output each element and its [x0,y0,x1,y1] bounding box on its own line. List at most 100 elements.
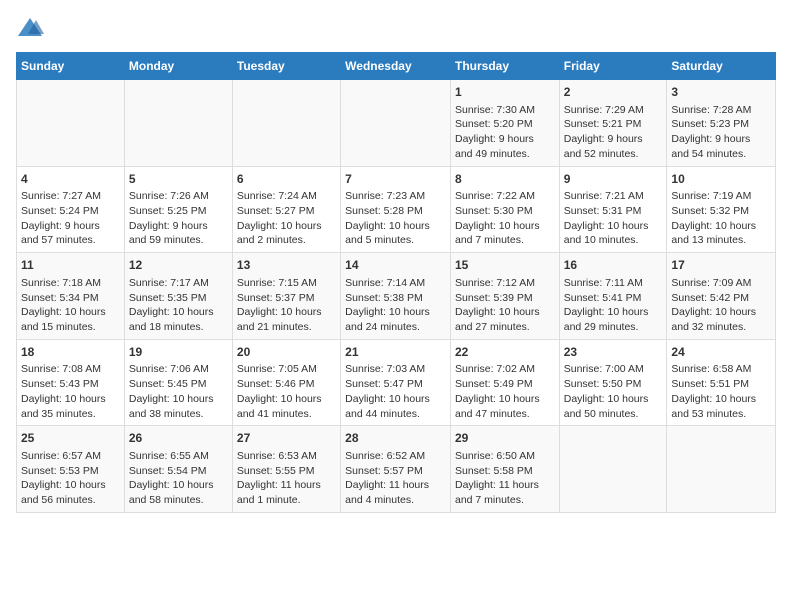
calendar-cell: 10Sunrise: 7:19 AM Sunset: 5:32 PM Dayli… [667,166,776,253]
calendar-cell: 11 Sunrise: 7:18 AM Sunset: 5:34 PM Dayli… [17,253,125,340]
calendar-cell [341,80,451,167]
day-info: Sunrise: 7:02 AM Sunset: 5:49 PM Dayligh… [455,362,555,421]
calendar-cell: 28Sunrise: 6:52 AM Sunset: 5:57 PM Dayli… [341,426,451,513]
day-info: Sunrise: 7:12 AM Sunset: 5:39 PM Dayligh… [455,276,555,335]
calendar-cell: 14 Sunrise: 7:14 AM Sunset: 5:38 PM Dayli… [341,253,451,340]
calendar: SundayMondayTuesdayWednesdayThursdayFrid… [16,52,776,513]
logo [16,16,48,40]
day-info: Sunrise: 7:24 AM Sunset: 5:27 PM Dayligh… [237,189,336,248]
calendar-cell: 26 Sunrise: 6:55 AM Sunset: 5:54 PM Dayli… [124,426,232,513]
column-header-monday: Monday [124,53,232,80]
day-info: Sunrise: 6:58 AM Sunset: 5:51 PM Dayligh… [671,362,771,421]
day-number: 18 [21,344,120,361]
day-number: 13 [237,257,336,274]
day-number: 21 [345,344,446,361]
day-number: 23 [564,344,663,361]
day-info: Sunrise: 7:27 AM Sunset: 5:24 PM Dayligh… [21,189,120,248]
day-info: Sunrise: 7:18 AM Sunset: 5:34 PM Dayligh… [21,276,120,335]
day-number: 16 [564,257,663,274]
day-number: 15 [455,257,555,274]
day-number: 1 [455,84,555,101]
calendar-cell: 24Sunrise: 6:58 AM Sunset: 5:51 PM Dayli… [667,339,776,426]
day-info: Sunrise: 6:53 AM Sunset: 5:55 PM Dayligh… [237,449,336,508]
day-number: 10 [671,171,771,188]
calendar-cell: 29 Sunrise: 6:50 AM Sunset: 5:58 PM Dayli… [450,426,559,513]
day-info: Sunrise: 7:19 AM Sunset: 5:32 PM Dayligh… [671,189,771,248]
calendar-cell: 7Sunrise: 7:23 AM Sunset: 5:28 PM Daylig… [341,166,451,253]
day-number: 6 [237,171,336,188]
day-number: 22 [455,344,555,361]
day-info: Sunrise: 7:17 AM Sunset: 5:35 PM Dayligh… [129,276,228,335]
calendar-week-row: 25 Sunrise: 6:57 AM Sunset: 5:53 PM Dayli… [17,426,776,513]
day-number: 27 [237,430,336,447]
calendar-week-row: 1 Sunrise: 7:30 AM Sunset: 5:20 PM Daylig… [17,80,776,167]
day-info: Sunrise: 7:06 AM Sunset: 5:45 PM Dayligh… [129,362,228,421]
day-number: 26 [129,430,228,447]
calendar-cell: 1 Sunrise: 7:30 AM Sunset: 5:20 PM Daylig… [450,80,559,167]
calendar-cell [17,80,125,167]
calendar-cell: 17Sunrise: 7:09 AM Sunset: 5:42 PM Dayli… [667,253,776,340]
column-header-thursday: Thursday [450,53,559,80]
calendar-cell: 8Sunrise: 7:22 AM Sunset: 5:30 PM Daylig… [450,166,559,253]
column-header-friday: Friday [559,53,667,80]
calendar-cell: 19Sunrise: 7:06 AM Sunset: 5:45 PM Dayli… [124,339,232,426]
day-number: 2 [564,84,663,101]
column-header-wednesday: Wednesday [341,53,451,80]
day-number: 24 [671,344,771,361]
calendar-week-row: 18Sunrise: 7:08 AM Sunset: 5:43 PM Dayli… [17,339,776,426]
day-number: 29 [455,430,555,447]
day-number: 17 [671,257,771,274]
calendar-cell: 3Sunrise: 7:28 AM Sunset: 5:23 PM Daylig… [667,80,776,167]
day-number: 20 [237,344,336,361]
day-number: 14 [345,257,446,274]
day-info: Sunrise: 7:08 AM Sunset: 5:43 PM Dayligh… [21,362,120,421]
calendar-header-row: SundayMondayTuesdayWednesdayThursdayFrid… [17,53,776,80]
day-info: Sunrise: 6:57 AM Sunset: 5:53 PM Dayligh… [21,449,120,508]
day-number: 25 [21,430,120,447]
day-info: Sunrise: 7:00 AM Sunset: 5:50 PM Dayligh… [564,362,663,421]
column-header-saturday: Saturday [667,53,776,80]
day-number: 19 [129,344,228,361]
day-number: 3 [671,84,771,101]
day-info: Sunrise: 6:50 AM Sunset: 5:58 PM Dayligh… [455,449,555,508]
day-number: 4 [21,171,120,188]
day-info: Sunrise: 7:15 AM Sunset: 5:37 PM Dayligh… [237,276,336,335]
calendar-cell [124,80,232,167]
day-number: 11 [21,257,120,274]
calendar-cell: 13 Sunrise: 7:15 AM Sunset: 5:37 PM Dayli… [232,253,340,340]
calendar-cell: 4Sunrise: 7:27 AM Sunset: 5:24 PM Daylig… [17,166,125,253]
day-number: 28 [345,430,446,447]
calendar-cell: 22Sunrise: 7:02 AM Sunset: 5:49 PM Dayli… [450,339,559,426]
day-info: Sunrise: 7:03 AM Sunset: 5:47 PM Dayligh… [345,362,446,421]
calendar-cell: 21Sunrise: 7:03 AM Sunset: 5:47 PM Dayli… [341,339,451,426]
day-number: 7 [345,171,446,188]
calendar-cell: 25 Sunrise: 6:57 AM Sunset: 5:53 PM Dayli… [17,426,125,513]
day-info: Sunrise: 7:14 AM Sunset: 5:38 PM Dayligh… [345,276,446,335]
day-info: Sunrise: 6:55 AM Sunset: 5:54 PM Dayligh… [129,449,228,508]
calendar-cell: 5Sunrise: 7:26 AM Sunset: 5:25 PM Daylig… [124,166,232,253]
calendar-cell [667,426,776,513]
day-number: 8 [455,171,555,188]
calendar-cell [232,80,340,167]
logo-icon [16,16,44,40]
calendar-cell: 15 Sunrise: 7:12 AM Sunset: 5:39 PM Dayli… [450,253,559,340]
calendar-cell [559,426,667,513]
calendar-cell: 27 Sunrise: 6:53 AM Sunset: 5:55 PM Dayli… [232,426,340,513]
day-info: Sunrise: 7:05 AM Sunset: 5:46 PM Dayligh… [237,362,336,421]
calendar-cell: 20Sunrise: 7:05 AM Sunset: 5:46 PM Dayli… [232,339,340,426]
calendar-week-row: 4Sunrise: 7:27 AM Sunset: 5:24 PM Daylig… [17,166,776,253]
calendar-week-row: 11 Sunrise: 7:18 AM Sunset: 5:34 PM Dayli… [17,253,776,340]
day-info: Sunrise: 7:23 AM Sunset: 5:28 PM Dayligh… [345,189,446,248]
header [16,16,776,40]
day-info: Sunrise: 7:21 AM Sunset: 5:31 PM Dayligh… [564,189,663,248]
calendar-cell: 12 Sunrise: 7:17 AM Sunset: 5:35 PM Dayli… [124,253,232,340]
calendar-cell: 18Sunrise: 7:08 AM Sunset: 5:43 PM Dayli… [17,339,125,426]
day-info: Sunrise: 7:11 AM Sunset: 5:41 PM Dayligh… [564,276,663,335]
day-number: 12 [129,257,228,274]
calendar-cell: 23Sunrise: 7:00 AM Sunset: 5:50 PM Dayli… [559,339,667,426]
day-info: Sunrise: 7:22 AM Sunset: 5:30 PM Dayligh… [455,189,555,248]
day-info: Sunrise: 7:30 AM Sunset: 5:20 PM Dayligh… [455,103,555,162]
day-number: 5 [129,171,228,188]
column-header-sunday: Sunday [17,53,125,80]
calendar-cell: 16 Sunrise: 7:11 AM Sunset: 5:41 PM Dayli… [559,253,667,340]
